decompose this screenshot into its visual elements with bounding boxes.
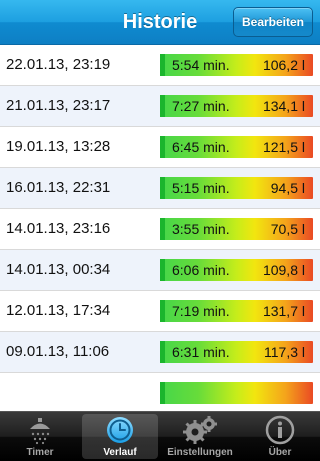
table-row[interactable] [0,373,320,411]
tab-bar: Timer Verlauf Einstellungen Über [0,411,320,461]
row-volume: 134,1 l [262,98,305,114]
row-volume: 70,5 l [270,221,305,237]
tab-timer[interactable]: Timer [0,412,80,461]
table-row[interactable]: 09.01.13, 11:06 6:31 min. 117,3 l [0,332,320,373]
tab-label: Timer [26,447,54,458]
row-duration: 5:15 min. [172,180,230,196]
edit-button[interactable]: Bearbeiten [233,7,313,37]
usage-bar: 7:27 min. 134,1 l [160,95,313,117]
row-date: 16.01.13, 22:31 [6,179,111,196]
table-row[interactable]: 16.01.13, 22:31 5:15 min. 94,5 l [0,168,320,209]
table-row[interactable]: 14.01.13, 00:34 6:06 min. 109,8 l [0,250,320,291]
row-duration: 7:27 min. [172,98,230,114]
row-duration: 6:31 min. [172,344,230,360]
usage-bar: 3:55 min. 70,5 l [160,218,313,240]
row-volume: 106,2 l [262,57,305,73]
tab-verlauf[interactable]: Verlauf [80,412,160,461]
tab-label: Einstellungen [167,447,233,458]
table-row[interactable]: 21.01.13, 23:17 7:27 min. 134,1 l [0,86,320,127]
usage-bar: 5:54 min. 106,2 l [160,54,313,76]
row-date: 14.01.13, 00:34 [6,261,111,278]
row-duration: 7:19 min. [172,303,230,319]
row-duration: 3:55 min. [172,221,230,237]
tab-ueber[interactable]: Über [240,412,320,461]
clock-icon [107,417,133,443]
gears-icon [183,416,217,444]
info-icon [265,415,295,445]
table-row[interactable]: 19.01.13, 13:28 6:45 min. 121,5 l [0,127,320,168]
row-duration: 6:06 min. [172,262,230,278]
row-date: 21.01.13, 23:17 [6,97,111,114]
shower-icon [30,418,50,445]
row-volume: 117,3 l [264,344,305,360]
table-row[interactable]: 22.01.13, 23:19 5:54 min. 106,2 l [0,45,320,86]
usage-bar: 6:31 min. 117,3 l [160,341,313,363]
tab-label: Über [268,447,292,458]
row-volume: 94,5 l [270,180,305,196]
usage-bar [160,382,313,404]
history-list: 22.01.13, 23:19 5:54 min. 106,2 l 21.01.… [0,45,320,411]
row-volume: 121,5 l [262,139,305,155]
usage-bar: 6:45 min. 121,5 l [160,136,313,158]
tab-einstellungen[interactable]: Einstellungen [160,412,240,461]
row-date: 19.01.13, 13:28 [6,138,111,155]
usage-bar: 6:06 min. 109,8 l [160,259,313,281]
row-duration: 6:45 min. [172,139,230,155]
row-date: 14.01.13, 23:16 [6,220,111,237]
navigation-bar: Historie Bearbeiten [0,0,320,45]
row-date: 22.01.13, 23:19 [6,56,111,73]
row-volume: 131,7 l [262,303,305,319]
tab-label: Verlauf [103,447,137,458]
row-duration: 5:54 min. [172,57,230,73]
table-row[interactable]: 14.01.13, 23:16 3:55 min. 70,5 l [0,209,320,250]
row-date: 12.01.13, 17:34 [6,302,111,319]
row-volume: 109,8 l [262,262,305,278]
row-date: 09.01.13, 11:06 [6,343,110,360]
usage-bar: 7:19 min. 131,7 l [160,300,313,322]
usage-bar: 5:15 min. 94,5 l [160,177,313,199]
table-row[interactable]: 12.01.13, 17:34 7:19 min. 131,7 l [0,291,320,332]
